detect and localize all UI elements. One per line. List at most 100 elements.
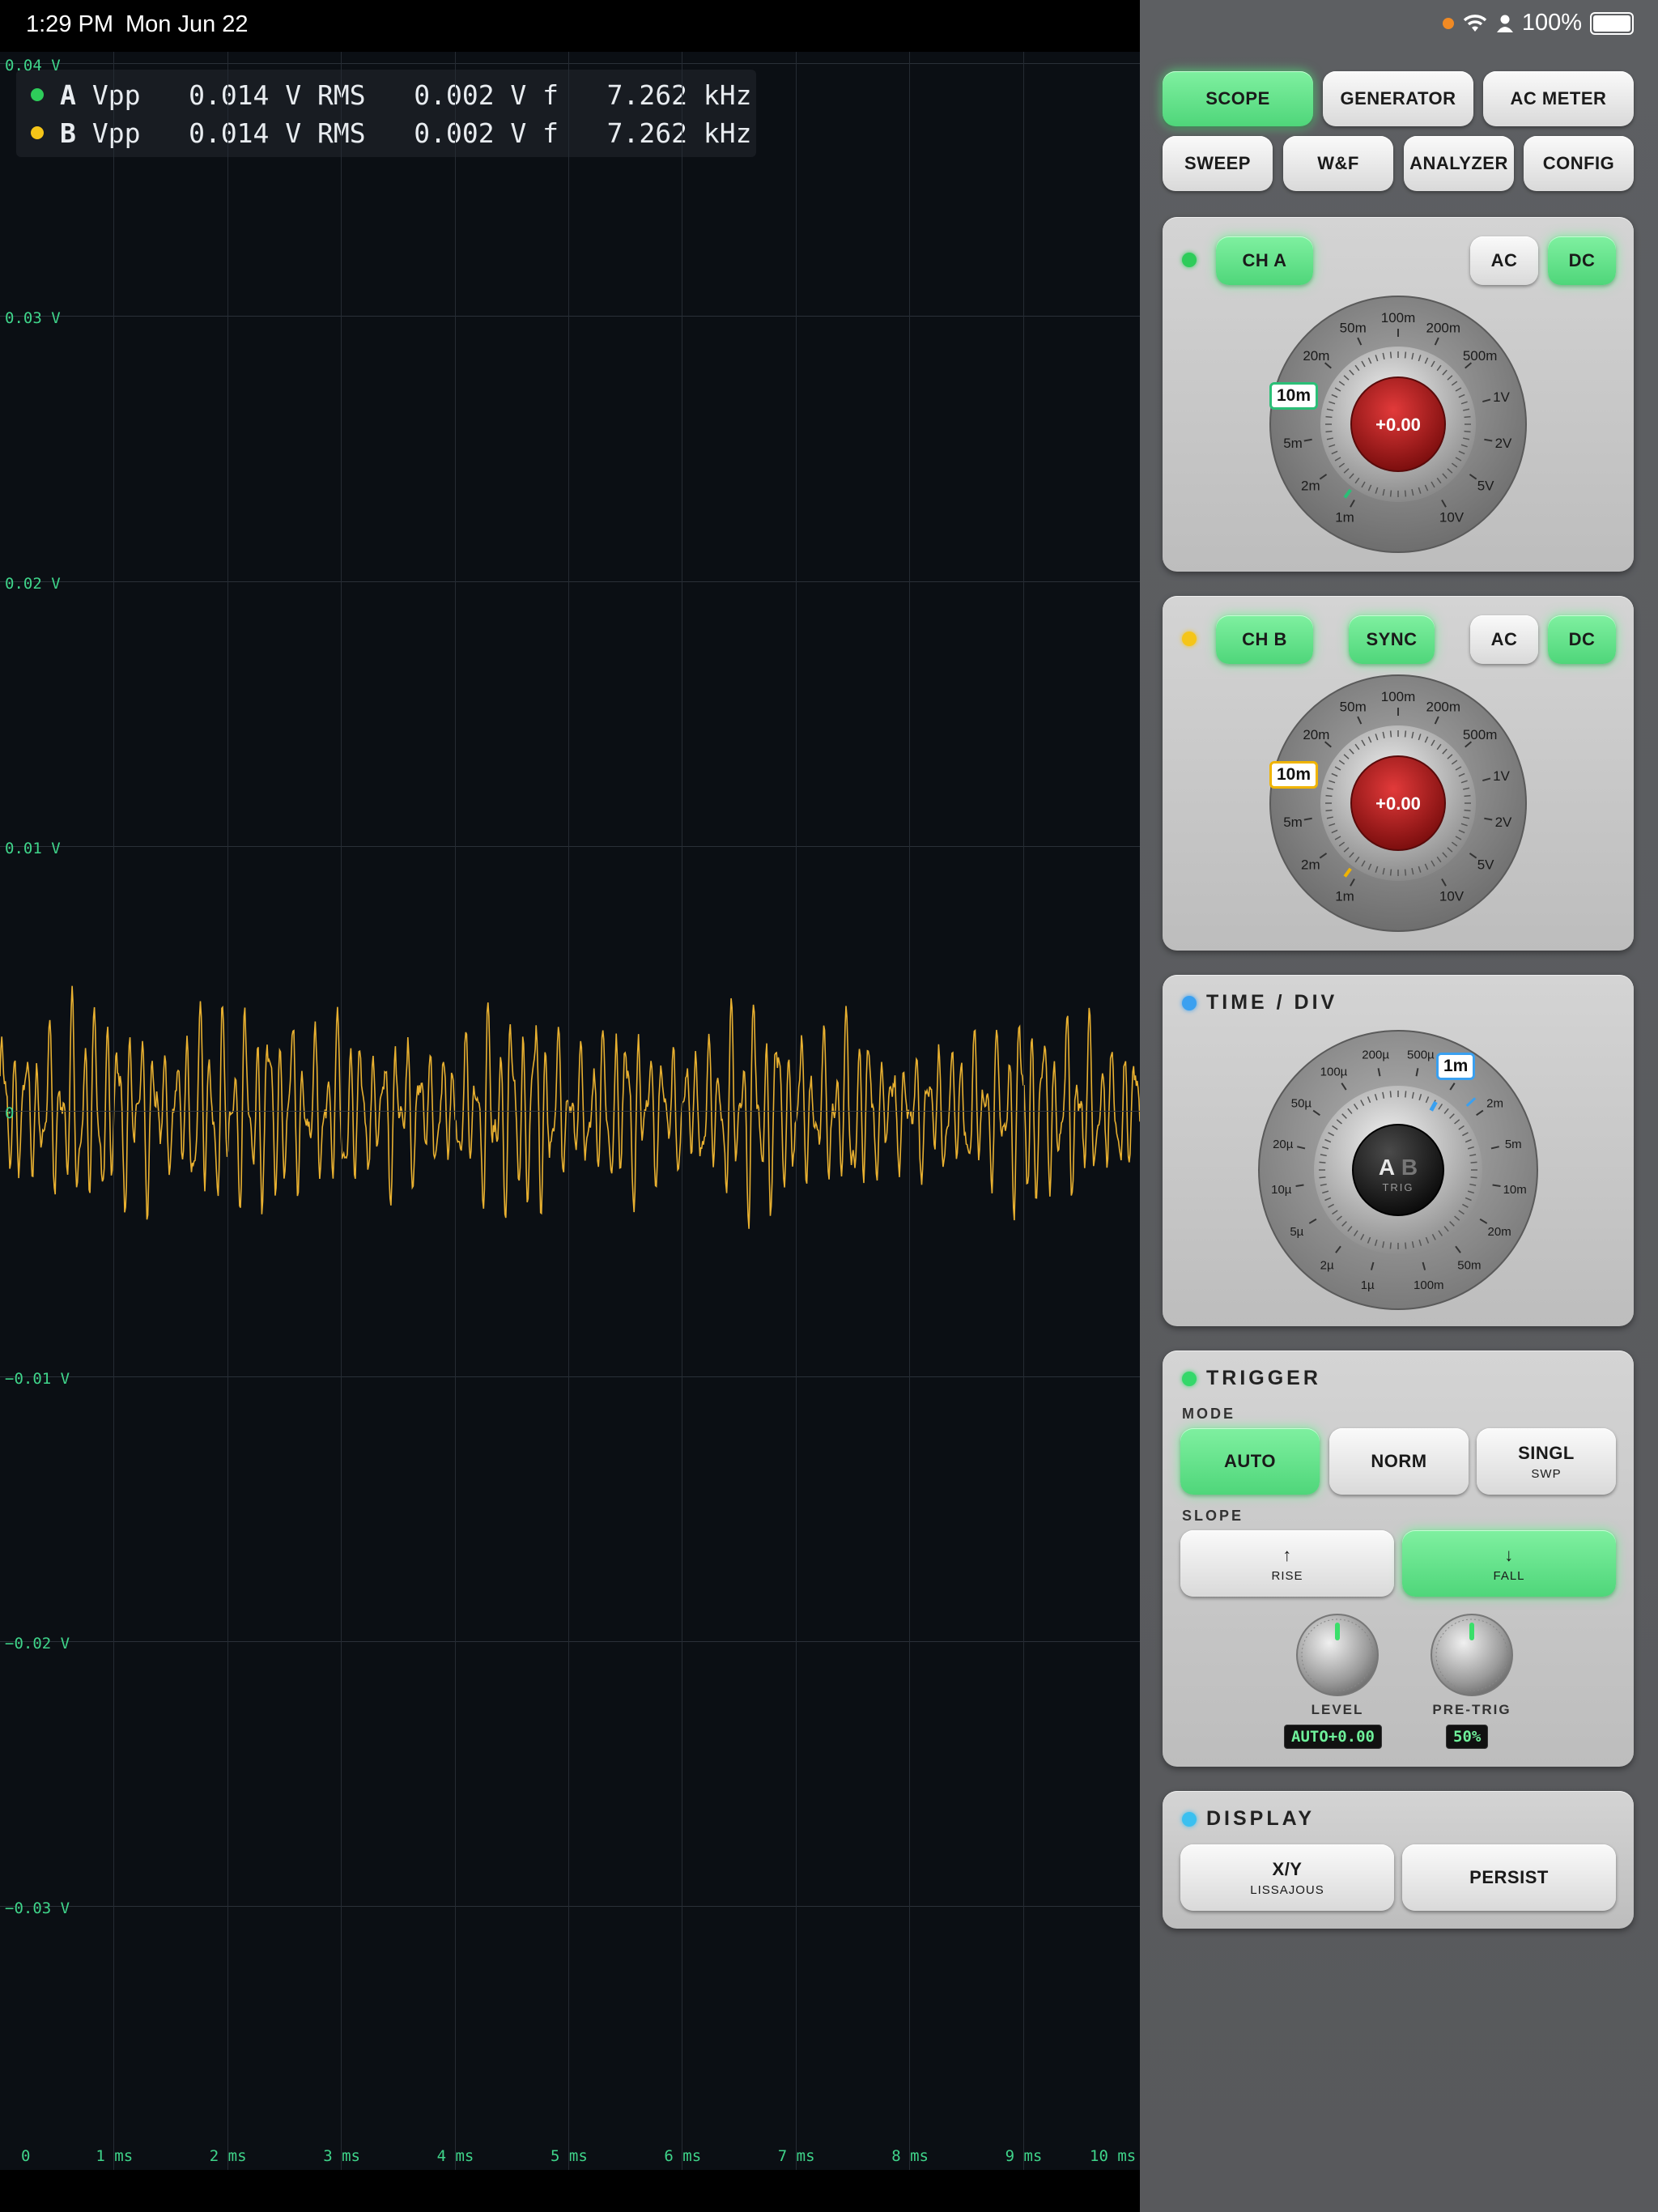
dial-knurl <box>1389 730 1392 738</box>
dial-scale-label: 100m <box>1381 689 1416 704</box>
nav-wf-button[interactable]: W&F <box>1283 136 1393 191</box>
display-led <box>1182 1812 1197 1827</box>
time-dial-scale-label: 1µ <box>1361 1278 1375 1292</box>
channel-b-toggle-button[interactable]: CH B <box>1216 615 1313 664</box>
nav-ac-meter-label: AC METER <box>1510 88 1607 108</box>
nav-wf-label: W&F <box>1317 153 1359 173</box>
trigger-title: TRIGGER <box>1206 1367 1321 1389</box>
time-dial-scale-label: 50µ <box>1291 1096 1312 1110</box>
channel-a-toggle-button[interactable]: CH A <box>1216 236 1313 285</box>
grid-line-v <box>795 52 797 2170</box>
trigger-source-a: A <box>1379 1155 1395 1180</box>
grid-line-v <box>454 52 456 2170</box>
readout-values-b: Vpp 0.014 V RMS 0.002 V f 7.262 kHz <box>91 117 752 149</box>
x-axis-label: 1 ms <box>96 2147 134 2165</box>
trigger-mode-single-button[interactable]: SINGL SWP <box>1477 1428 1616 1495</box>
time-dial-knurl <box>1389 1091 1392 1098</box>
y-axis-label: 0.01 V <box>5 840 61 857</box>
scope-screen[interactable]: A Vpp 0.014 V RMS 0.002 V f 7.262 kHz B … <box>0 0 1140 2212</box>
wifi-icon <box>1463 14 1487 32</box>
channel-a-dc-label: DC <box>1568 250 1596 270</box>
dial-scale-label: 100m <box>1381 310 1416 325</box>
x-axis-label: 4 ms <box>436 2147 474 2165</box>
dial-scale-label: 1m <box>1335 509 1354 525</box>
channel-a-ac-button[interactable]: AC <box>1470 236 1538 285</box>
time-dial-knurl <box>1389 1242 1392 1249</box>
trigger-source-sub: TRIG <box>1382 1181 1414 1193</box>
battery-percent: 100% <box>1521 10 1582 36</box>
nav-generator-button[interactable]: GENERATOR <box>1323 71 1473 126</box>
trigger-slope-rise-label: RISE <box>1271 1568 1303 1583</box>
time-div-led <box>1182 996 1197 1010</box>
time-dial-scale-label: 20m <box>1488 1225 1511 1239</box>
dial-knurl <box>1404 490 1407 497</box>
trigger-pretrig-knob[interactable] <box>1430 1613 1514 1697</box>
trigger-mode-auto-label: AUTO <box>1224 1451 1276 1471</box>
trigger-mode-norm-button[interactable]: NORM <box>1329 1428 1469 1495</box>
time-dial-scale-label: 100µ <box>1320 1066 1348 1079</box>
display-xy-label: X/Y <box>1272 1858 1303 1879</box>
channel-b-dc-button[interactable]: DC <box>1548 615 1616 664</box>
dial-offset-value: +0.00 <box>1375 793 1421 814</box>
time-div-card: TIME / DIV A B TRIG 1µ 2µ 5µ 10µ 20µ 50µ 100µ 200µ… <box>1163 975 1634 1326</box>
arrow-up-icon: ↑ <box>1282 1544 1292 1565</box>
grid-line-h <box>0 846 1140 847</box>
measurement-readout: A Vpp 0.014 V RMS 0.002 V f 7.262 kHz B … <box>16 70 756 157</box>
status-date: Mon Jun 22 <box>125 11 249 37</box>
display-persist-button[interactable]: PERSIST <box>1402 1844 1616 1911</box>
dial-scale-label: 500m <box>1463 348 1498 364</box>
nav-config-label: CONFIG <box>1542 153 1615 173</box>
channel-b-volts-dial[interactable]: +0.00 1m 2m 5m 10m 20m 50m 100m 200m500m 1V 2V 5V 10… <box>1269 674 1528 933</box>
channel-b-ac-label: AC <box>1490 629 1518 649</box>
trigger-level-knob[interactable] <box>1295 1613 1380 1697</box>
channel-a-dot <box>31 88 44 101</box>
display-xy-sub: LISSAJOUS <box>1250 1882 1324 1897</box>
channel-a-volts-dial[interactable]: +0.00 1m 2m 5m 10m 20m 50m 100m 200m500m 1V 2V 5V 10… <box>1269 295 1528 554</box>
channel-b-led <box>1182 632 1197 646</box>
channel-a-dc-button[interactable]: DC <box>1548 236 1616 285</box>
time-dial-knurl <box>1470 1176 1477 1179</box>
dial-knurl <box>1464 794 1471 798</box>
y-axis-label: 0 <box>5 1104 15 1122</box>
dial-scale-label: 200m <box>1426 699 1461 714</box>
channel-b-trace <box>0 985 1140 1229</box>
dial-knurl <box>1325 794 1333 798</box>
dial-scale-label: 2V <box>1495 436 1512 451</box>
x-axis-label: 8 ms <box>891 2147 929 2165</box>
nav-analyzer-button[interactable]: ANALYZER <box>1404 136 1514 191</box>
nav-config-button[interactable]: CONFIG <box>1524 136 1634 191</box>
channel-b-sync-button[interactable]: SYNC <box>1349 615 1435 664</box>
trigger-mode-norm-label: NORM <box>1371 1451 1427 1471</box>
trigger-card: TRIGGER MODE AUTO NORM SINGL SWP SLOPE ↑ R… <box>1163 1351 1634 1767</box>
nav-scope-button[interactable]: SCOPE <box>1163 71 1313 126</box>
readout-channel-b: B <box>60 117 76 149</box>
trigger-mode-single-label: SINGL <box>1518 1442 1575 1463</box>
grid-line-v <box>341 52 342 2170</box>
x-axis-label: 10 ms <box>1090 2147 1137 2165</box>
display-xy-button[interactable]: X/Y LISSAJOUS <box>1180 1844 1394 1911</box>
mic-indicator-icon <box>1442 17 1454 29</box>
battery-icon <box>1590 11 1634 35</box>
time-dial-knurl <box>1405 1091 1407 1098</box>
channel-b-ac-button[interactable]: AC <box>1470 615 1538 664</box>
trigger-slope-fall-button[interactable]: ↓ FALL <box>1402 1530 1616 1597</box>
grid-line-v <box>909 52 911 2170</box>
nav-analyzer-label: ANALYZER <box>1409 153 1508 173</box>
time-dial-scale-label: 100m <box>1414 1278 1444 1292</box>
grid-line-h <box>0 1376 1140 1377</box>
nav-ac-meter-button[interactable]: AC METER <box>1483 71 1634 126</box>
y-axis-label: −0.02 V <box>5 1635 70 1653</box>
status-bar-right: 100% <box>1140 0 1658 52</box>
trigger-mode-auto-button[interactable]: AUTO <box>1180 1428 1320 1495</box>
status-time: 1:29 PM <box>26 11 113 37</box>
time-dial-knurl <box>1470 1161 1477 1163</box>
nav-sweep-button[interactable]: SWEEP <box>1163 136 1273 191</box>
dial-scale-label: 500m <box>1463 727 1498 742</box>
x-axis-label: 2 ms <box>209 2147 247 2165</box>
grid-line-v <box>1022 52 1024 2170</box>
dial-scale-label: 1V <box>1493 768 1510 784</box>
trigger-source-knob[interactable] <box>1352 1124 1444 1216</box>
time-div-title: TIME / DIV <box>1206 991 1338 1014</box>
trigger-slope-rise-button[interactable]: ↑ RISE <box>1180 1530 1394 1597</box>
time-div-dial[interactable]: ABTRIG 1µ 2µ 5µ 10µ 20µ 50µ 100µ 200µ 500µ1m 2m 5m 1… <box>1256 1028 1540 1312</box>
